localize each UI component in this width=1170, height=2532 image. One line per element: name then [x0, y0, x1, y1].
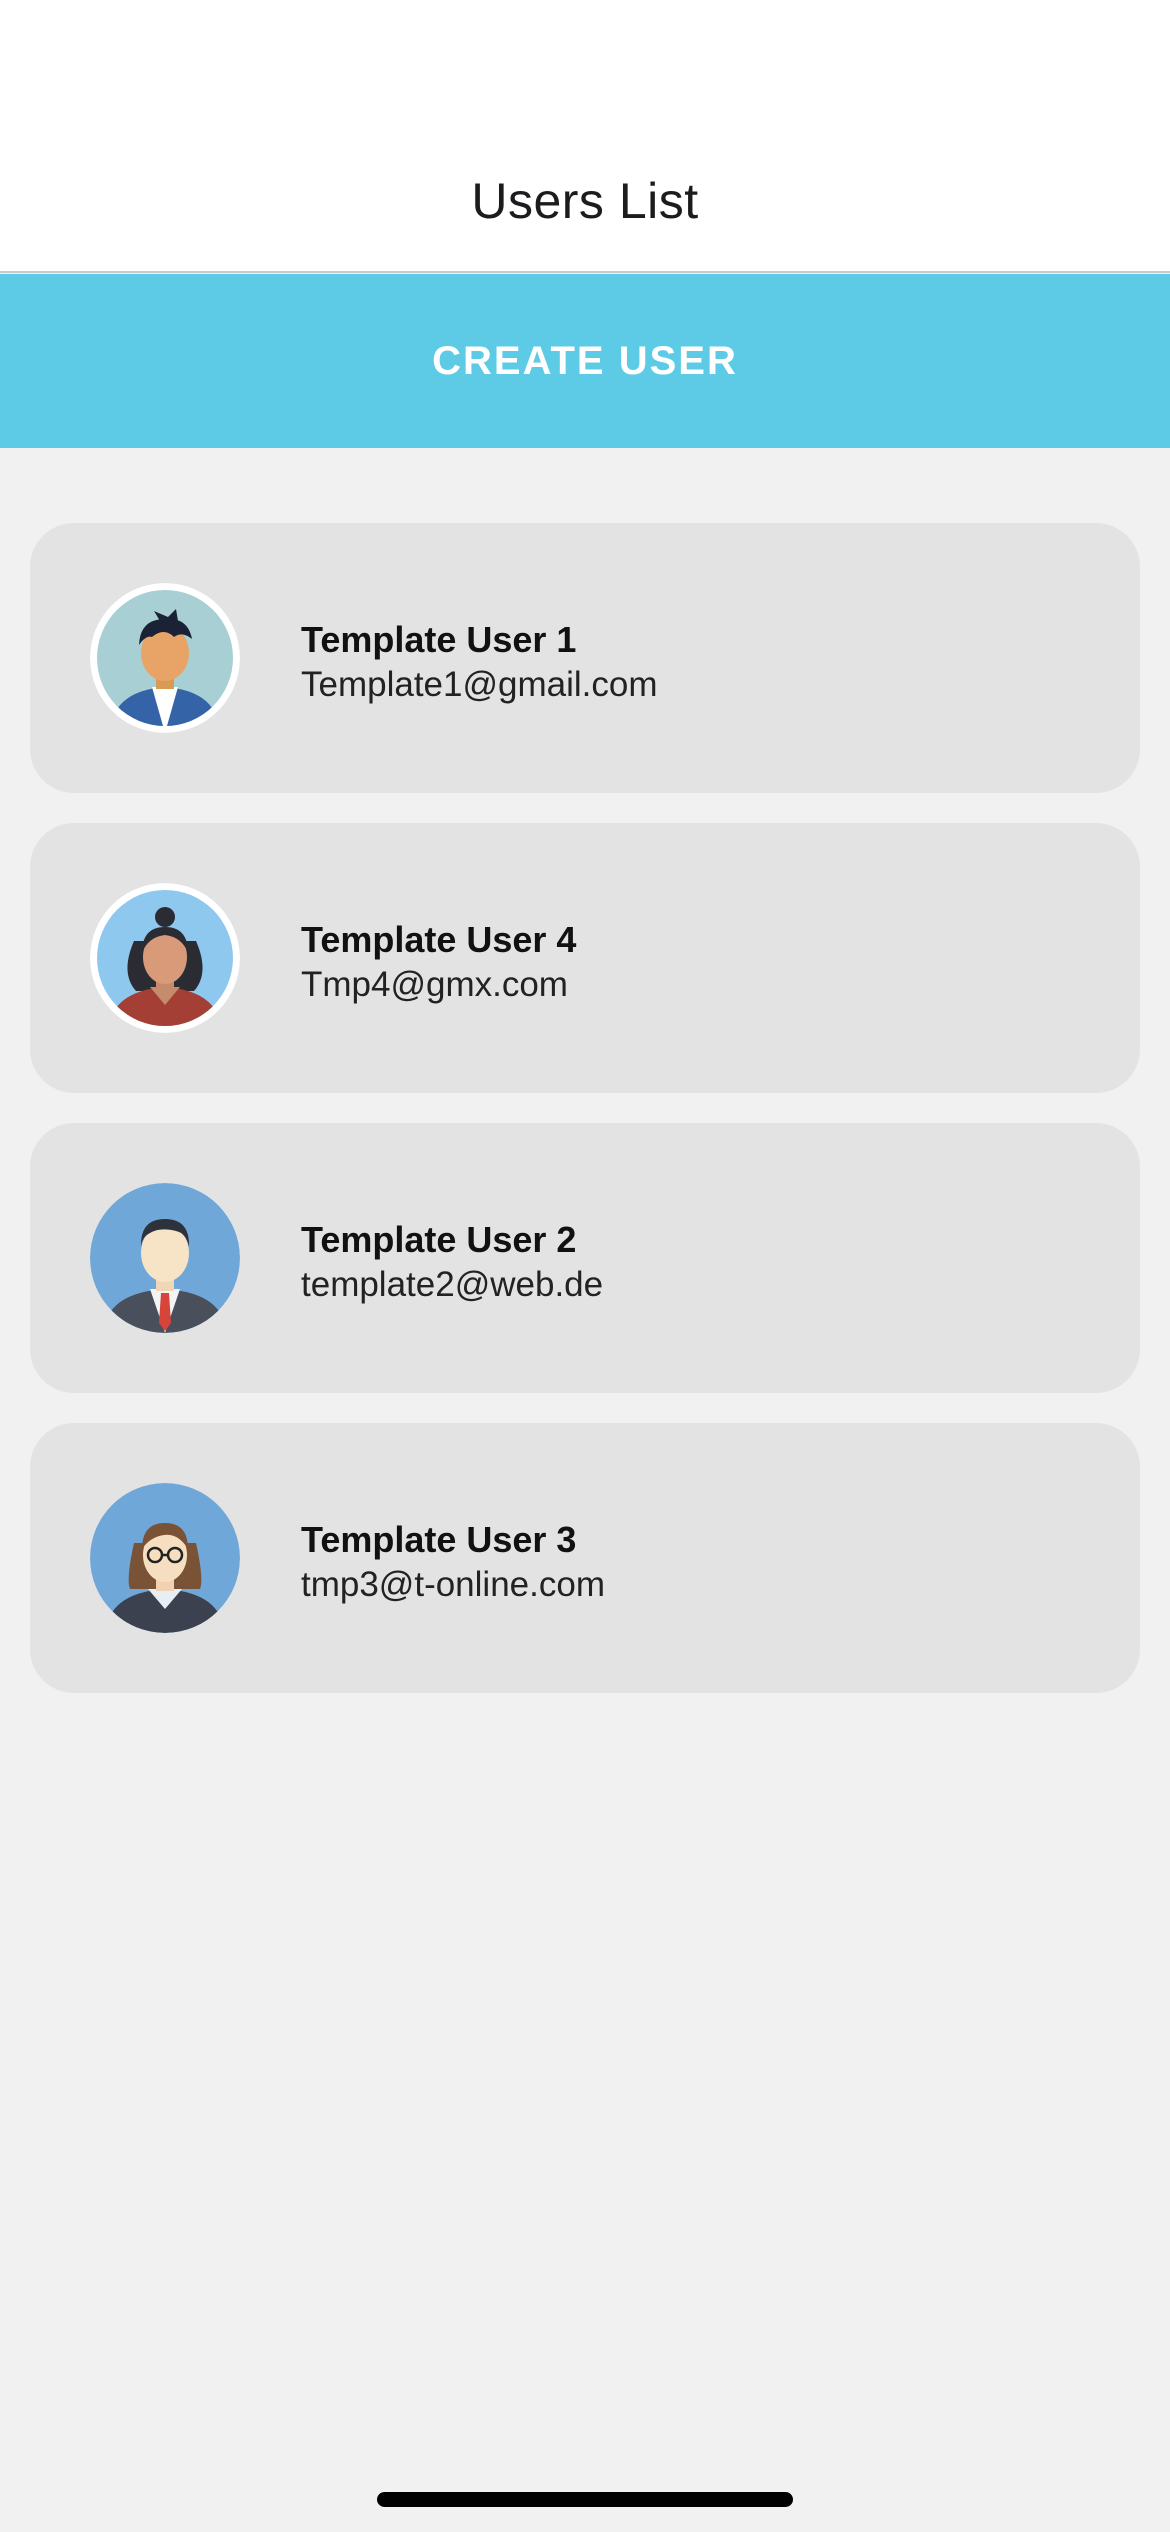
user-email: Template1@gmail.com — [301, 665, 658, 704]
avatar-man-suit-icon — [90, 1183, 240, 1333]
user-list: Template User 1 Template1@gmail.com Temp… — [30, 523, 1140, 1723]
user-card[interactable]: Template User 1 Template1@gmail.com — [30, 523, 1140, 793]
user-info: Template User 2 template2@web.de — [301, 1217, 603, 1307]
user-email: Tmp4@gmx.com — [301, 965, 568, 1004]
user-info: Template User 1 Template1@gmail.com — [301, 617, 658, 707]
create-user-label: CREATE USER — [432, 338, 738, 383]
user-email: tmp3@t-online.com — [301, 1565, 605, 1604]
user-name: Template User 4 — [301, 919, 577, 960]
user-card[interactable]: Template User 4 Tmp4@gmx.com — [30, 823, 1140, 1093]
user-card[interactable]: Template User 3 tmp3@t-online.com — [30, 1423, 1140, 1693]
create-user-button[interactable]: CREATE USER — [0, 274, 1170, 448]
user-info: Template User 4 Tmp4@gmx.com — [301, 917, 576, 1007]
user-name: Template User 3 — [301, 1519, 577, 1560]
users-list-screen: Users List CREATE USER Template User 1 T… — [0, 0, 1170, 2532]
page-title: Users List — [471, 173, 699, 229]
avatar-woman-bun-icon — [90, 883, 240, 1033]
user-info: Template User 3 tmp3@t-online.com — [301, 1517, 605, 1607]
home-indicator[interactable] — [377, 2492, 793, 2507]
navigation-bar: Users List — [0, 0, 1170, 273]
user-name: Template User 2 — [301, 1219, 577, 1260]
user-name: Template User 1 — [301, 619, 577, 660]
avatar-man-blue-jacket-icon — [90, 583, 240, 733]
avatar-woman-glasses-icon — [90, 1483, 240, 1633]
user-card[interactable]: Template User 2 template2@web.de — [30, 1123, 1140, 1393]
user-email: template2@web.de — [301, 1265, 604, 1304]
